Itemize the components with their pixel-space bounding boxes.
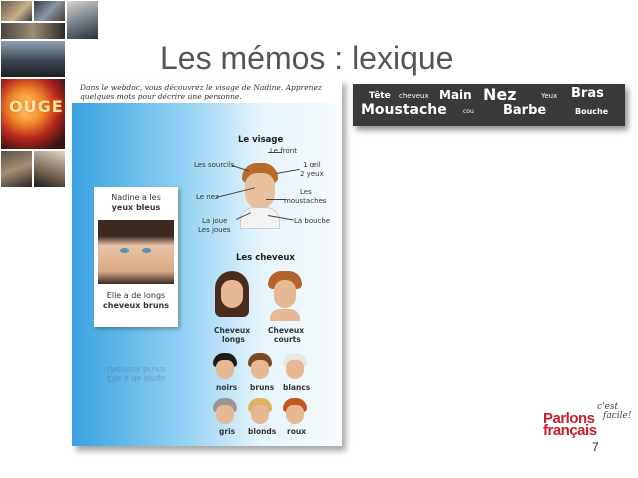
banner-word: Main <box>439 88 472 102</box>
logo-tagline: facile! <box>603 411 632 421</box>
neon-sign-text: OUGE <box>9 97 64 116</box>
banner-word: Yeux <box>541 92 558 100</box>
banner-word: Tête <box>369 91 391 101</box>
label-color: bruns <box>250 383 275 392</box>
neck-shape <box>270 309 300 321</box>
man-face-illustration <box>240 163 280 229</box>
parlons-francais-logo: Parlons français c'est facile! <box>543 402 633 442</box>
label-court-2: courts <box>274 335 301 344</box>
banner-word: Bras <box>571 86 604 101</box>
eye-shape <box>120 248 129 253</box>
label-color: gris <box>219 427 236 436</box>
label-color: blonds <box>248 427 277 436</box>
label-color: noirs <box>216 383 238 392</box>
nadine-face-photo <box>98 220 174 284</box>
visage-section-title: Le visage <box>238 135 284 145</box>
slide-title: Les mémos : lexique <box>160 40 454 76</box>
banner-word: cheveux <box>399 92 429 100</box>
hair-swatch-blancs <box>283 353 307 379</box>
label-long-2: longs <box>222 335 245 344</box>
banner-word: cou <box>463 108 474 115</box>
skin-shape <box>251 360 269 379</box>
collage-photo <box>33 150 66 188</box>
collage-photo-neon-sign: OUGE <box>0 78 66 150</box>
label-court-1: Cheveux <box>268 326 305 335</box>
card-caption-line: Nadine a les <box>111 193 161 202</box>
cheveux-section-title: Les cheveux <box>236 253 295 263</box>
card-caption-line: Elle a de longs <box>106 291 166 300</box>
collage-photo <box>33 0 66 22</box>
card-reflection: Elle a de longs cheveux bruns <box>94 333 178 383</box>
reflection-line: cheveux bruns <box>106 365 166 374</box>
card-caption-line: cheveux bruns <box>103 301 169 310</box>
skin-shape <box>216 360 234 379</box>
collage-photo <box>0 22 66 40</box>
label-sourcils: Les sourcils <box>194 161 235 169</box>
hair-swatch-noirs <box>213 353 237 379</box>
hair-swatch-gris <box>213 398 237 424</box>
card-caption-line: yeux bleus <box>111 203 161 212</box>
skin-shape <box>286 360 304 379</box>
label-color: blancs <box>283 383 311 392</box>
label-moustaches-2: moustaches <box>284 197 327 205</box>
label-yeux: 2 yeux <box>300 170 324 178</box>
pointer-line <box>268 152 282 153</box>
label-front: Le front <box>270 147 297 155</box>
page-number: 7 <box>592 440 599 454</box>
banner-word: Barbe <box>503 103 547 118</box>
label-joues: Les joues <box>198 226 231 234</box>
skin-shape <box>274 280 296 308</box>
label-moustaches-1: Les <box>300 188 312 196</box>
card-caption-top: Nadine a les yeux bleus <box>98 193 174 213</box>
label-joue: La joue <box>202 217 228 225</box>
label-long-1: Cheveux <box>214 326 251 335</box>
shoulders-shape <box>240 207 280 229</box>
banner-word: Bouche <box>575 107 609 116</box>
label-bouche: La bouche <box>294 217 331 225</box>
lexicon-document-image: Dans le webdoc, vous découvrez le visage… <box>72 79 342 446</box>
banner-word: Moustache <box>361 102 447 118</box>
hair-swatch-roux <box>283 398 307 424</box>
logo-line: français <box>543 422 597 439</box>
hair-swatch-bruns <box>248 353 272 379</box>
document-body: Nadine a les yeux bleus Elle a de longs … <box>72 103 342 446</box>
label-oeil: 1 œil <box>303 161 321 169</box>
label-color: roux <box>287 427 307 436</box>
collage-photo <box>0 150 33 188</box>
banner-word: Nez <box>483 85 517 104</box>
collage-photo <box>66 0 99 40</box>
pointer-line <box>266 199 286 200</box>
hair-swatch-blonds <box>248 398 272 424</box>
collage-photo <box>0 0 33 22</box>
reflection-line: Elle a de longs <box>106 374 166 383</box>
card-caption-bottom: Elle a de longs cheveux bruns <box>98 291 174 311</box>
skin-shape <box>286 405 304 424</box>
collage-photo <box>0 40 66 78</box>
document-intro-text: Dans le webdoc, vous découvrez le visage… <box>80 83 322 101</box>
skin-shape <box>245 173 275 209</box>
nadine-card: Nadine a les yeux bleus Elle a de longs … <box>94 187 178 327</box>
skin-shape <box>216 405 234 424</box>
long-hair-illustration <box>215 271 249 321</box>
skin-shape <box>221 280 243 308</box>
eye-shape <box>142 248 151 253</box>
short-hair-illustration <box>268 271 302 321</box>
skin-shape <box>251 405 269 424</box>
vocabulary-word-banner: Tête cheveux Main Nez Yeux Bras Moustach… <box>353 84 625 126</box>
